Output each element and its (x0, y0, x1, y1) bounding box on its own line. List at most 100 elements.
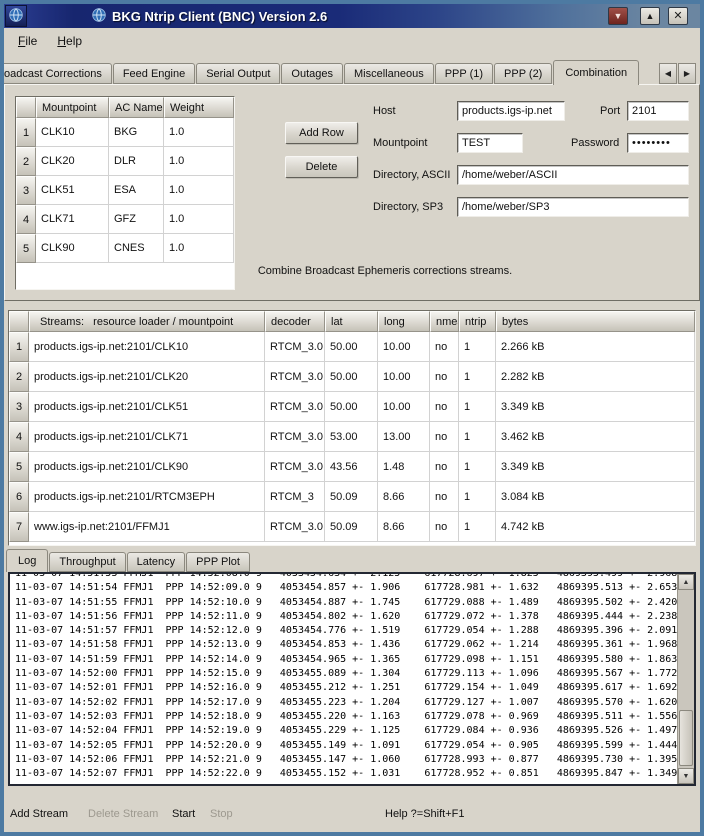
maximize-icon: ▲ (646, 12, 655, 21)
system-menu-button[interactable] (5, 5, 27, 27)
column-header-ntrip[interactable]: ntrip (459, 311, 496, 332)
tab-bar: Broadcast Corrections Feed Engine Serial… (4, 60, 700, 84)
cell-mountpoint: CLK51 (36, 176, 109, 205)
table-row[interactable]: 5 CLK90 CNES 1.0 (16, 234, 234, 263)
row-header: 3 (9, 392, 29, 422)
column-header-lat[interactable]: lat (325, 311, 378, 332)
cell-mountpoint: CLK20 (36, 147, 109, 176)
table-row[interactable]: 1 products.igs-ip.net:2101/CLK10 RTCM_3.… (9, 332, 695, 362)
row-header: 6 (9, 482, 29, 512)
tab-combination[interactable]: Combination (553, 60, 639, 85)
maximize-button[interactable]: ▲ (640, 7, 660, 25)
table-row[interactable]: 2 CLK20 DLR 1.0 (16, 147, 234, 176)
minimize-button[interactable]: ▼ (608, 7, 628, 25)
tab-ppp-2[interactable]: PPP (2) (494, 63, 552, 84)
row-header: 1 (9, 332, 29, 362)
table-row[interactable]: 1 CLK10 BKG 1.0 (16, 118, 234, 147)
menu-item-help[interactable]: Help (47, 31, 92, 51)
tab-feed-engine[interactable]: Feed Engine (113, 63, 195, 84)
cell-nmea: no (430, 512, 459, 542)
corner-header-cell (16, 97, 36, 118)
tab-throughput[interactable]: Throughput (49, 552, 125, 572)
scroll-down-button[interactable]: ▼ (678, 768, 694, 784)
cell-lat: 50.00 (325, 392, 378, 422)
password-input[interactable]: •••••••• (627, 133, 689, 153)
log-line: 11-03-07 14:52:03 FFMJ1 PPP 14:52:18.0 9… (15, 710, 677, 724)
cell-decoder: RTCM_3.0 (265, 422, 325, 452)
table-row[interactable]: 5 products.igs-ip.net:2101/CLK90 RTCM_3.… (9, 452, 695, 482)
log-view[interactable]: 11-03-07 14:51:53 FFMJ1 PPP 14:52:08.0 9… (10, 574, 677, 784)
tab-log[interactable]: Log (6, 549, 48, 572)
port-input[interactable]: 2101 (627, 101, 689, 121)
cell-bytes: 3.349 kB (496, 392, 695, 422)
log-line: 11-03-07 14:52:05 FFMJ1 PPP 14:52:20.0 9… (15, 739, 677, 753)
combination-table[interactable]: Mountpoint AC Name Weight 1 CLK10 BKG 1.… (15, 96, 235, 290)
column-header-nmea[interactable]: nmea (430, 311, 459, 332)
column-header-bytes[interactable]: bytes (496, 311, 695, 332)
cell-ntrip: 1 (459, 512, 496, 542)
cell-long: 8.66 (378, 512, 430, 542)
cell-ac-name: ESA (109, 176, 164, 205)
tab-ppp-1[interactable]: PPP (1) (435, 63, 493, 84)
log-line: 11-03-07 14:51:58 FFMJ1 PPP 14:52:13.0 9… (15, 638, 677, 652)
cell-bytes: 3.084 kB (496, 482, 695, 512)
scroll-up-button[interactable]: ▲ (678, 574, 694, 590)
vertical-scrollbar[interactable]: ▲ ▼ (677, 574, 694, 784)
directory-sp3-input[interactable]: /home/weber/SP3 (457, 197, 689, 217)
cell-source: products.igs-ip.net:2101/RTCM3EPH (29, 482, 265, 512)
titlebar[interactable]: BKG Ntrip Client (BNC) Version 2.6 ▼ ▲ ✕ (4, 4, 700, 28)
cell-source: products.igs-ip.net:2101/CLK90 (29, 452, 265, 482)
tab-broadcast-corrections[interactable]: Broadcast Corrections (0, 63, 112, 84)
row-header: 4 (16, 205, 36, 234)
tab-miscellaneous[interactable]: Miscellaneous (344, 63, 434, 84)
mountpoint-input[interactable]: TEST (457, 133, 523, 153)
column-header-weight[interactable]: Weight (164, 97, 234, 118)
column-header-decoder[interactable]: decoder (265, 311, 325, 332)
tab-ppp-plot[interactable]: PPP Plot (186, 552, 250, 572)
row-header: 2 (9, 362, 29, 392)
host-input[interactable]: products.igs-ip.net (457, 101, 565, 121)
column-header-streams[interactable]: Streams: resource loader / mountpoint (29, 311, 265, 332)
log-line: 11-03-07 14:51:57 FFMJ1 PPP 14:52:12.0 9… (15, 624, 677, 638)
tab-latency[interactable]: Latency (127, 552, 186, 572)
streams-table[interactable]: Streams: resource loader / mountpoint de… (8, 310, 696, 546)
table-row[interactable]: 6 products.igs-ip.net:2101/RTCM3EPH RTCM… (9, 482, 695, 512)
table-row[interactable]: 4 CLK71 GFZ 1.0 (16, 205, 234, 234)
table-row[interactable]: 3 products.igs-ip.net:2101/CLK51 RTCM_3.… (9, 392, 695, 422)
column-header-ac-name[interactable]: AC Name (109, 97, 164, 118)
cell-lat: 53.00 (325, 422, 378, 452)
help-button[interactable]: Help ?=Shift+F1 (385, 806, 465, 822)
close-button[interactable]: ✕ (668, 7, 688, 25)
add-row-button[interactable]: Add Row (285, 122, 358, 144)
log-panel[interactable]: 11-03-07 14:51:53 FFMJ1 PPP 14:52:08.0 9… (8, 572, 696, 786)
column-header-long[interactable]: long (378, 311, 430, 332)
directory-ascii-input[interactable]: /home/weber/ASCII (457, 165, 689, 185)
close-icon: ✕ (673, 11, 682, 22)
table-row[interactable]: 2 products.igs-ip.net:2101/CLK20 RTCM_3.… (9, 362, 695, 392)
log-line: 11-03-07 14:52:04 FFMJ1 PPP 14:52:19.0 9… (15, 724, 677, 738)
tab-scroll-left-button[interactable]: ◀ (659, 63, 677, 84)
menu-item-file[interactable]: File (8, 31, 47, 51)
corner-header-cell (9, 311, 29, 332)
column-header-mountpoint[interactable]: Mountpoint (36, 97, 109, 118)
cell-weight: 1.0 (164, 147, 234, 176)
start-button[interactable]: Start (172, 806, 195, 822)
tab-scroll-right-button[interactable]: ▶ (678, 63, 696, 84)
table-row[interactable]: 4 products.igs-ip.net:2101/CLK71 RTCM_3.… (9, 422, 695, 452)
tab-outages[interactable]: Outages (281, 63, 343, 84)
tab-serial-output[interactable]: Serial Output (196, 63, 280, 84)
table-row[interactable]: 3 CLK51 ESA 1.0 (16, 176, 234, 205)
row-header: 7 (9, 512, 29, 542)
cell-nmea: no (430, 332, 459, 362)
menubar: File Help (4, 30, 700, 52)
log-line: 11-03-07 14:51:59 FFMJ1 PPP 14:52:14.0 9… (15, 653, 677, 667)
scrollbar-thumb[interactable] (679, 710, 693, 766)
row-header: 1 (16, 118, 36, 147)
cell-decoder: RTCM_3.0 (265, 392, 325, 422)
directory-sp3-label: Directory, SP3 (373, 197, 443, 217)
cell-mountpoint: CLK90 (36, 234, 109, 263)
delete-row-button[interactable]: Delete (285, 156, 358, 178)
add-stream-button[interactable]: Add Stream (10, 806, 68, 822)
table-row[interactable]: 7 www.igs-ip.net:2101/FFMJ1 RTCM_3.0 50.… (9, 512, 695, 542)
cell-ac-name: CNES (109, 234, 164, 263)
